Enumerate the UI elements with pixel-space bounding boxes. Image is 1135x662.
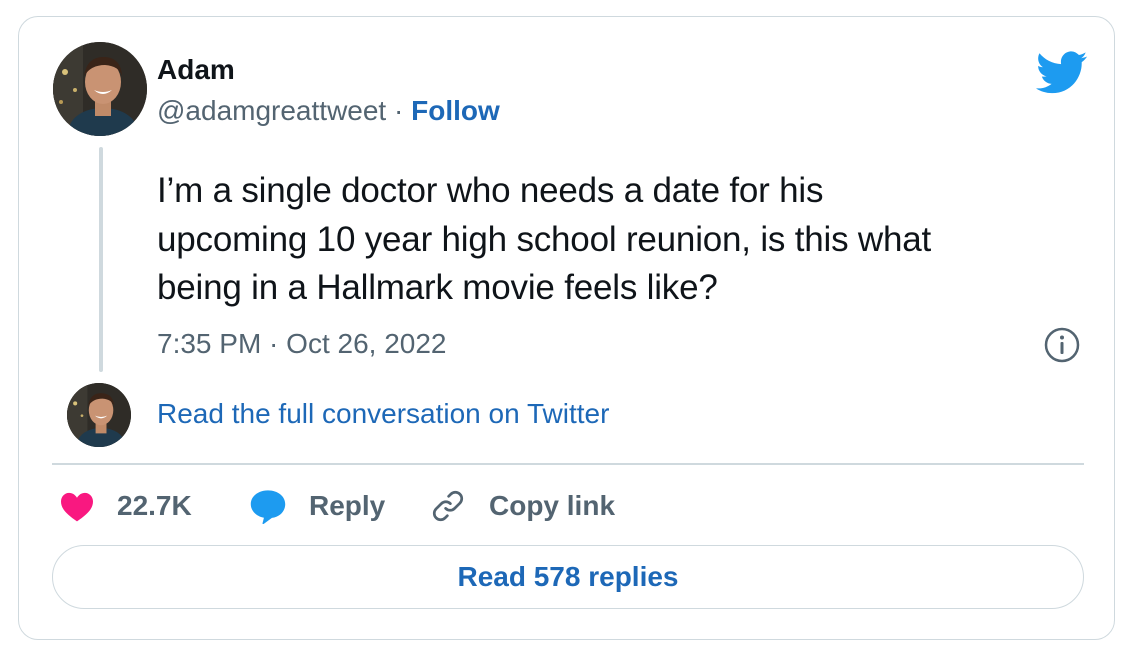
avatar-photo	[67, 383, 131, 447]
speech-bubble-icon	[250, 490, 286, 524]
heart-icon	[61, 492, 93, 522]
copy-link-button[interactable]: Copy link	[429, 487, 615, 525]
twitter-bird-icon[interactable]	[1036, 51, 1088, 95]
follow-button[interactable]: Follow	[411, 95, 500, 126]
author-name[interactable]: Adam	[157, 53, 235, 87]
read-conversation-link[interactable]: Read the full conversation on Twitter	[157, 397, 609, 431]
author-avatar[interactable]	[53, 42, 147, 136]
tweet-text-line: upcoming 10 year high school reunion, is…	[157, 219, 932, 259]
reply-button[interactable]: Reply	[249, 487, 385, 525]
like-count: 22.7K	[117, 490, 192, 521]
tweet-timestamp[interactable]: 7:35 PM · Oct 26, 2022	[157, 327, 447, 361]
link-icon	[432, 490, 464, 522]
info-icon[interactable]	[1044, 327, 1080, 363]
author-handle-row: @adamgreattweet · Follow	[157, 94, 500, 128]
conversation-avatar[interactable]	[67, 383, 131, 447]
thread-line	[99, 147, 103, 372]
copy-link-label: Copy link	[489, 490, 616, 521]
tweet-text-line: being in a Hallmark movie feels like?	[157, 268, 718, 307]
author-handle[interactable]: @adamgreattweet	[157, 95, 386, 126]
tweet-embed-card: Adam @adamgreattweet · Follow I’m a sing…	[18, 16, 1115, 640]
read-replies-button[interactable]: Read 578 replies	[52, 545, 1084, 609]
divider	[52, 463, 1084, 465]
tweet-text-line: I’m a single doctor who needs a date for…	[157, 171, 824, 210]
tweet-text: I’m a single doctor who needs a date for…	[157, 167, 1057, 313]
reply-label: Reply	[309, 490, 386, 521]
handle-separator: ·	[394, 95, 412, 126]
avatar-photo	[53, 42, 147, 136]
like-button[interactable]: 22.7K	[59, 487, 192, 525]
